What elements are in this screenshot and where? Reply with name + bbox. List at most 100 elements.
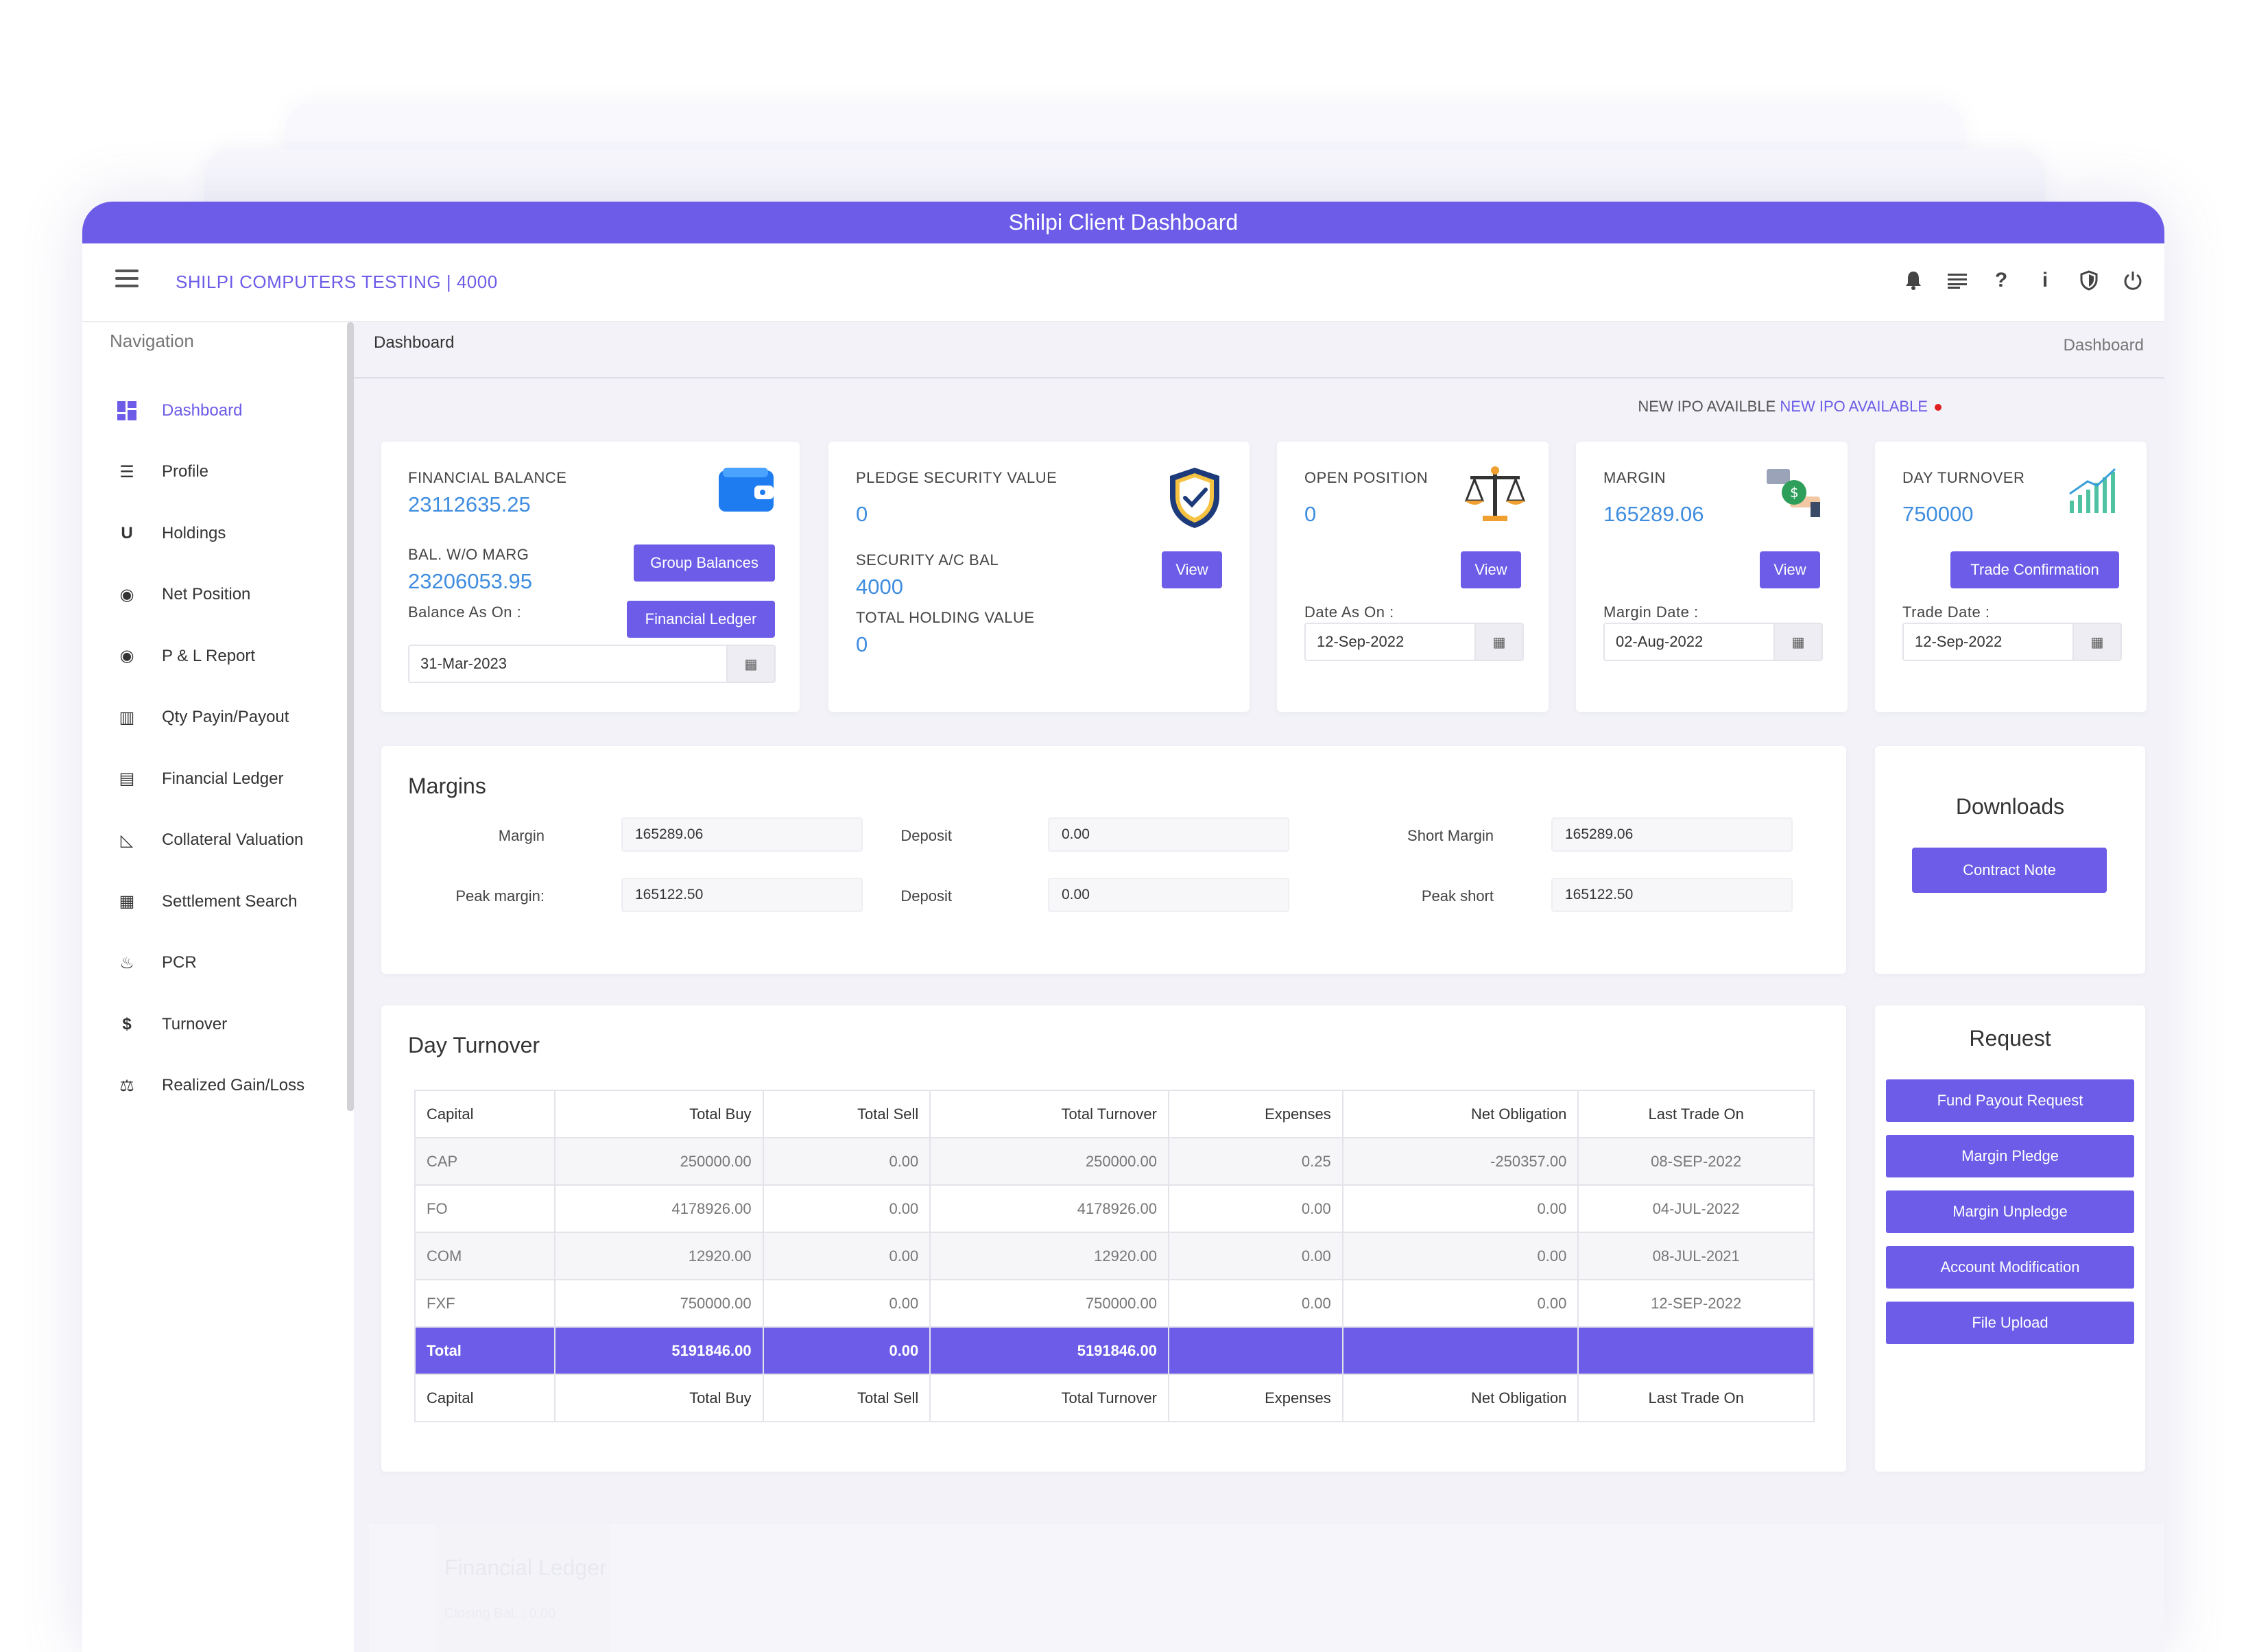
balance-date-input[interactable]: 31-Mar-2023 ▦ <box>408 645 776 683</box>
disc-icon: ◉ <box>119 585 134 604</box>
sidebar-item-settlement-search[interactable]: ▦ Settlement Search <box>82 871 343 933</box>
short-margin-field-label: Short Margin <box>1407 827 1494 844</box>
faded-section-title: Financial Ledger <box>444 1555 607 1580</box>
shield-icon[interactable] <box>2077 267 2101 294</box>
question-icon[interactable]: ? <box>1989 267 2014 294</box>
account-modification-button[interactable]: Account Modification <box>1886 1246 2134 1289</box>
margins-panel: Margins Margin 165289.06 Deposit 0.00 Sh… <box>381 746 1846 974</box>
day-turnover-title: Day Turnover <box>408 1033 540 1057</box>
financial-ledger-button[interactable]: Financial Ledger <box>627 601 775 638</box>
sidebar-item-net-position[interactable]: ◉ Net Position <box>82 564 343 626</box>
total-holding-label: TOTAL HOLDING VALUE <box>856 609 1035 626</box>
ipo-link[interactable]: NEW IPO AVAILABLE <box>1780 398 1928 415</box>
margin-unpledge-button[interactable]: Margin Unpledge <box>1886 1190 2134 1233</box>
table-cell: Total <box>414 1326 555 1375</box>
shield-check-icon <box>1166 465 1223 534</box>
table-cell: 08-JUL-2021 <box>1577 1232 1815 1280</box>
column-header[interactable]: Total Turnover <box>929 1090 1169 1138</box>
trade-confirmation-button[interactable]: Trade Confirmation <box>1950 551 2119 588</box>
open-position-date-input[interactable]: 12-Sep-2022 ▦ <box>1304 623 1524 661</box>
group-balances-button[interactable]: Group Balances <box>634 544 775 582</box>
table-cell: COM <box>414 1232 555 1280</box>
table-cell: 250000.00 <box>553 1137 764 1186</box>
calendar-icon[interactable]: ▦ <box>1474 624 1522 660</box>
sidebar-item-realized-gain-loss[interactable]: ⚖ Realized Gain/Loss <box>82 1055 343 1117</box>
power-icon[interactable] <box>2120 267 2145 294</box>
page-title: Dashboard <box>374 333 455 352</box>
table-row[interactable]: COM 12920.00 0.00 12920.00 0.00 0.00 08-… <box>414 1232 1815 1280</box>
column-header[interactable]: Total Sell <box>762 1090 931 1138</box>
column-header[interactable]: Last Trade On <box>1577 1090 1815 1138</box>
contract-note-button[interactable]: Contract Note <box>1912 848 2107 893</box>
column-header[interactable]: Net Obligation <box>1341 1090 1579 1138</box>
request-title: Request <box>1969 1026 2051 1051</box>
table-row[interactable]: FO 4178926.00 0.00 4178926.00 0.00 0.00 … <box>414 1184 1815 1233</box>
sidebar-item-label: Qty Payin/Payout <box>162 708 289 727</box>
sidebar-item-profile[interactable]: ☰ Profile <box>82 442 343 503</box>
day-turnover-table: Capital Total Buy Total Sell Total Turno… <box>414 1090 1815 1422</box>
menu-icon[interactable] <box>115 270 139 289</box>
sidebar-item-label: Collateral Valuation <box>162 830 304 850</box>
open-position-date-value: 12-Sep-2022 <box>1317 633 1405 650</box>
margin-pledge-button[interactable]: Margin Pledge <box>1886 1135 2134 1177</box>
table-footer-row: Capital Total Buy Total Sell Total Turno… <box>414 1374 1815 1422</box>
table-total-row: Total 5191846.00 0.00 5191846.00 <box>414 1326 1815 1375</box>
sidebar: Navigation Dashboard ☰ Profile U Holdings … <box>82 322 354 1652</box>
company-name: SHILPI COMPUTERS TESTING | 4000 <box>176 272 498 292</box>
column-header[interactable]: Capital <box>414 1090 555 1138</box>
margin-view-button[interactable]: View <box>1760 551 1820 588</box>
calendar-icon[interactable]: ▦ <box>2072 624 2120 660</box>
sidebar-item-dashboard[interactable]: Dashboard <box>82 380 343 442</box>
column-footer: Net Obligation <box>1341 1374 1579 1422</box>
bell-icon[interactable] <box>1901 267 1926 294</box>
ipo-notice: NEW IPO AVAILBLE NEW IPO AVAILABLE <box>1638 398 1942 416</box>
table-cell: 08-SEP-2022 <box>1577 1137 1815 1186</box>
short-margin-field[interactable]: 165289.06 <box>1551 817 1793 852</box>
scales-icon <box>1464 465 1527 526</box>
breadcrumb-current[interactable]: Dashboard <box>2064 336 2144 355</box>
breadcrumb: Dashboard Dashboard <box>354 322 2164 379</box>
sidebar-item-label: Settlement Search <box>162 891 298 911</box>
sidebar-scrollbar[interactable] <box>347 322 354 1111</box>
sidebar-item-label: Turnover <box>162 1014 228 1033</box>
sidebar-item-qty-payin-payout[interactable]: ▥ Qty Payin/Payout <box>82 687 343 749</box>
list-icon[interactable] <box>1945 267 1970 294</box>
sidebar-item-pcr[interactable]: ♨ PCR <box>82 933 343 994</box>
table-cell: 0.25 <box>1167 1137 1343 1186</box>
dollar-icon: $ <box>122 1014 132 1033</box>
column-header[interactable]: Total Buy <box>553 1090 764 1138</box>
file-upload-button[interactable]: File Upload <box>1886 1302 2134 1344</box>
book-icon: ▤ <box>119 769 135 789</box>
sidebar-item-label: PCR <box>162 953 197 972</box>
column-header[interactable]: Expenses <box>1167 1090 1343 1138</box>
security-ac-bal-value: 4000 <box>856 575 903 599</box>
fire-icon: ♨ <box>119 953 134 972</box>
open-position-card: OPEN POSITION 0 View Date As On : 12-Sep… <box>1277 442 1549 712</box>
pledge-view-button[interactable]: View <box>1162 551 1222 588</box>
trade-date-input[interactable]: 12-Sep-2022 ▦ <box>1902 623 2122 661</box>
table-cell: 250000.00 <box>929 1137 1169 1186</box>
sidebar-item-turnover[interactable]: $ Turnover <box>82 994 343 1055</box>
table-cell: 12-SEP-2022 <box>1577 1279 1815 1328</box>
open-position-view-button[interactable]: View <box>1461 551 1521 588</box>
calendar-icon[interactable]: ▦ <box>726 646 774 682</box>
table-cell: 4178926.00 <box>929 1184 1169 1233</box>
sidebar-item-pl-report[interactable]: ◉ P & L Report <box>82 625 343 687</box>
deposit-field[interactable]: 0.00 <box>1048 817 1289 852</box>
fund-payout-request-button[interactable]: Fund Payout Request <box>1886 1079 2134 1122</box>
deposit-field[interactable]: 0.00 <box>1048 878 1289 912</box>
calendar-icon[interactable]: ▦ <box>1773 624 1821 660</box>
disc-icon: ◉ <box>119 647 134 666</box>
peak-short-field[interactable]: 165122.50 <box>1551 878 1793 912</box>
info-icon[interactable]: i <box>2033 267 2057 294</box>
column-footer: Total Buy <box>553 1374 764 1422</box>
ipo-alert-dot <box>1935 404 1942 411</box>
table-cell <box>1167 1326 1343 1375</box>
sidebar-item-collateral-valuation[interactable]: ◺ Collateral Valuation <box>82 810 343 872</box>
table-row[interactable]: CAP 250000.00 0.00 250000.00 0.25 -25035… <box>414 1137 1815 1186</box>
column-footer: Last Trade On <box>1577 1374 1815 1422</box>
table-row[interactable]: FXF 750000.00 0.00 750000.00 0.00 0.00 1… <box>414 1279 1815 1328</box>
margin-date-input[interactable]: 02-Aug-2022 ▦ <box>1603 623 1823 661</box>
sidebar-item-financial-ledger[interactable]: ▤ Financial Ledger <box>82 748 343 810</box>
sidebar-item-holdings[interactable]: U Holdings <box>82 503 343 564</box>
